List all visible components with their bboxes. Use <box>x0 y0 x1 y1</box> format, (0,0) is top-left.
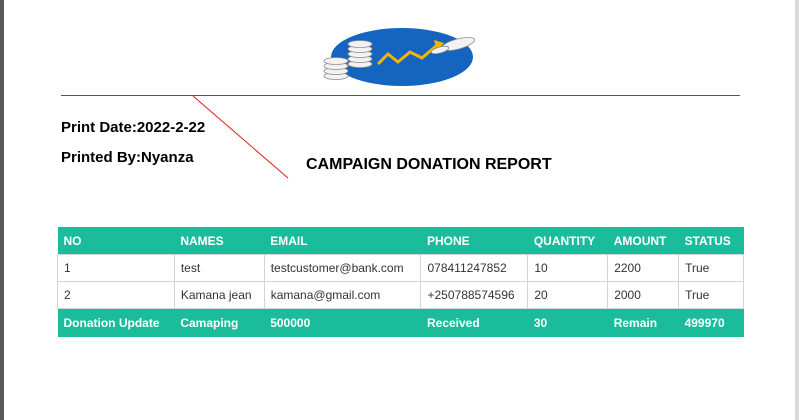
cell-no: 1 <box>57 254 175 282</box>
cell-amount: 2200 <box>607 254 680 282</box>
page-left-edge <box>0 0 4 420</box>
footer-target: 500000 <box>264 308 421 337</box>
header-phone: PHONE <box>420 227 528 255</box>
report-title: CAMPAIGN DONATION REPORT <box>306 156 552 173</box>
donation-table: NO NAMES EMAIL PHONE QUANTITY AMOUNT STA… <box>57 227 744 337</box>
header-amount: AMOUNT <box>607 227 679 255</box>
cell-names: test <box>173 254 265 282</box>
header-quantity: QUANTITY <box>527 227 608 255</box>
header-email: EMAIL <box>264 227 421 255</box>
printed-by: Printed By:Nyanza <box>61 149 194 166</box>
cell-phone: +250788574596 <box>420 281 529 309</box>
table-header-row: NO NAMES EMAIL PHONE QUANTITY AMOUNT STA… <box>57 227 744 255</box>
cell-quantity: 20 <box>527 281 609 309</box>
cell-email: kamana@gmail.com <box>263 281 422 309</box>
header-no: NO <box>57 227 175 255</box>
coins-growth-logo-icon <box>323 28 475 86</box>
footer-remain-label: Remain <box>607 308 679 337</box>
cell-quantity: 10 <box>527 254 609 282</box>
page-right-edge <box>795 0 799 420</box>
table-row: 2 Kamana jean kamana@gmail.com +25078857… <box>57 281 744 309</box>
cell-email: testcustomer@bank.com <box>263 254 422 282</box>
cell-phone: 078411247852 <box>420 254 529 282</box>
cell-status: True <box>678 281 744 309</box>
table-row: 1 test testcustomer@bank.com 07841124785… <box>57 254 744 282</box>
cell-status: True <box>678 254 744 282</box>
footer-received-value: 30 <box>527 308 608 337</box>
header-divider <box>61 95 740 96</box>
footer-campaign: Camaping <box>174 308 265 337</box>
cell-names: Kamana jean <box>173 281 265 309</box>
table-footer-row: Donation Update Camaping 500000 Received… <box>57 308 744 337</box>
print-date: Print Date:2022-2-22 <box>61 119 206 136</box>
footer-remain-value: 499970 <box>678 308 744 337</box>
footer-received-label: Received <box>420 308 528 337</box>
cell-amount: 2000 <box>607 281 680 309</box>
header-names: NAMES <box>174 227 265 255</box>
header-status: STATUS <box>678 227 744 255</box>
cell-no: 2 <box>57 281 175 309</box>
footer-label: Donation Update <box>57 308 175 337</box>
